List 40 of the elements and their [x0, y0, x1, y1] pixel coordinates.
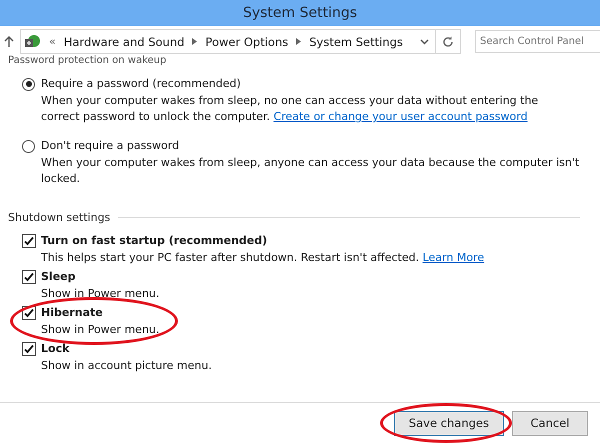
option-label: Don't require a password: [41, 138, 180, 154]
section-heading: Password protection on wakeup: [8, 55, 168, 67]
checkmark-icon: [24, 344, 34, 354]
option-description: When your computer wakes from sleep, no one can access your data without entering the correct password to unlock the computer. Create or change your user account password: [41, 93, 540, 125]
window-title: System Settings: [242, 5, 358, 21]
checkbox[interactable]: [22, 234, 36, 248]
breadcrumb-arrow-icon[interactable]: [192, 38, 198, 45]
checkbox[interactable]: [22, 270, 36, 284]
checkmark-icon: [24, 272, 34, 282]
checkbox[interactable]: [22, 342, 36, 356]
radio-button[interactable]: [22, 140, 35, 152]
refresh-button[interactable]: [435, 29, 461, 54]
dropdown-caret-icon[interactable]: [420, 38, 429, 44]
option-description: Show in Power menu.: [41, 322, 160, 338]
option-label: Lock: [41, 341, 70, 357]
breadcrumb-arrow-icon[interactable]: [296, 38, 302, 45]
checkmark-icon: [24, 236, 34, 246]
search-field[interactable]: Search Control Panel: [475, 30, 600, 53]
learn-more-link[interactable]: Learn More: [422, 251, 484, 264]
option-description: This helps start your PC faster after shutdown. Restart isn't affected. Learn More: [41, 250, 486, 266]
option-label: Require a password (recommended): [41, 76, 242, 92]
option-description: When your computer wakes from sleep, anyone can access your data because the computer isn't locked.: [41, 155, 580, 187]
password-link[interactable]: Create or change your user account password: [274, 110, 528, 123]
address-bar[interactable]: « Hardware and Sound Power Options System Settings: [20, 29, 436, 54]
up-arrow-icon[interactable]: [4, 35, 14, 48]
radio-button[interactable]: [22, 78, 35, 90]
option-description: Show in account picture menu.: [41, 358, 213, 374]
overflow-chevron[interactable]: «: [49, 35, 56, 48]
option-label: Sleep: [41, 269, 76, 285]
save-button[interactable]: Save changes: [394, 410, 504, 436]
option-description: Show in Power menu.: [41, 286, 160, 302]
option-label: Hibernate: [41, 305, 104, 321]
refresh-icon: [442, 36, 454, 48]
breadcrumb-item[interactable]: Power Options: [205, 34, 288, 48]
section-heading: Shutdown settings: [8, 211, 110, 224]
cancel-button[interactable]: Cancel: [512, 410, 588, 436]
breadcrumb-item[interactable]: System Settings: [309, 34, 403, 48]
checkmark-icon: [24, 308, 34, 318]
breadcrumb-item[interactable]: Hardware and Sound: [64, 34, 184, 48]
option-label: Turn on fast startup (recommended): [41, 233, 268, 249]
